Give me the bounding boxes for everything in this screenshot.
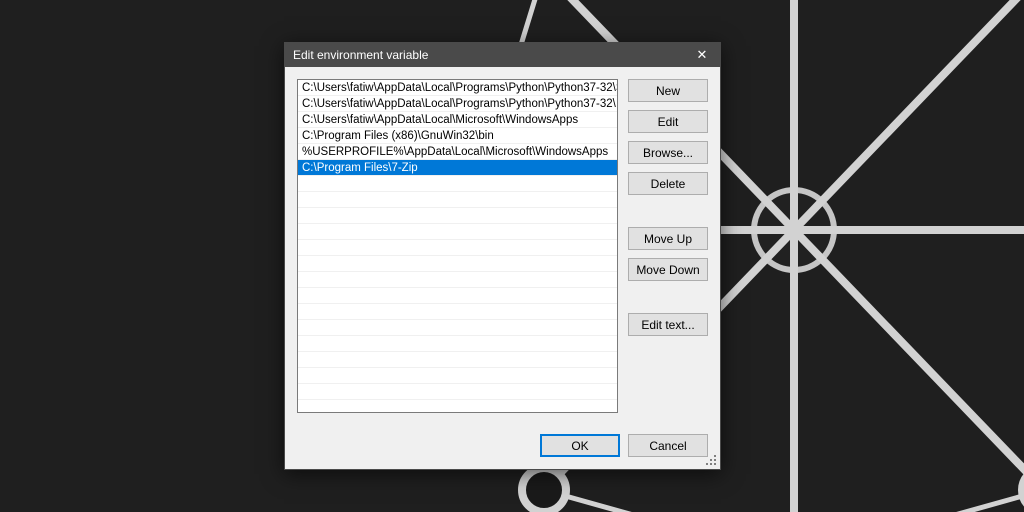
edit-button[interactable]: Edit: [628, 110, 708, 133]
list-item[interactable]: [298, 176, 617, 192]
titlebar[interactable]: Edit environment variable ✕: [285, 43, 720, 67]
dialog-footer: OK Cancel: [285, 430, 720, 469]
list-item[interactable]: [298, 272, 617, 288]
list-item[interactable]: [298, 224, 617, 240]
list-item[interactable]: [298, 368, 617, 384]
dialog-title: Edit environment variable: [293, 48, 692, 62]
list-item[interactable]: C:\Program Files (x86)\GnuWin32\bin: [298, 128, 617, 144]
cancel-button[interactable]: Cancel: [628, 434, 708, 457]
edit-text-button[interactable]: Edit text...: [628, 313, 708, 336]
move-down-button[interactable]: Move Down: [628, 258, 708, 281]
list-item[interactable]: [298, 208, 617, 224]
list-item[interactable]: [298, 304, 617, 320]
dialog-body: C:\Users\fatiw\AppData\Local\Programs\Py…: [285, 67, 720, 430]
list-item[interactable]: [298, 384, 617, 400]
close-icon[interactable]: ✕: [692, 45, 712, 65]
list-item[interactable]: C:\Users\fatiw\AppData\Local\Microsoft\W…: [298, 112, 617, 128]
move-up-button[interactable]: Move Up: [628, 227, 708, 250]
path-listbox[interactable]: C:\Users\fatiw\AppData\Local\Programs\Py…: [297, 79, 618, 413]
button-column: New Edit Browse... Delete Move Up Move D…: [628, 79, 708, 418]
list-item[interactable]: C:\Program Files\7-Zip: [298, 160, 617, 176]
list-item[interactable]: [298, 240, 617, 256]
list-item[interactable]: [298, 288, 617, 304]
ok-button[interactable]: OK: [540, 434, 620, 457]
list-item[interactable]: [298, 352, 617, 368]
resize-grip-icon[interactable]: [706, 455, 718, 467]
list-item[interactable]: C:\Users\fatiw\AppData\Local\Programs\Py…: [298, 80, 617, 96]
list-item[interactable]: [298, 256, 617, 272]
browse-button[interactable]: Browse...: [628, 141, 708, 164]
list-item[interactable]: [298, 192, 617, 208]
list-item[interactable]: C:\Users\fatiw\AppData\Local\Programs\Py…: [298, 96, 617, 112]
list-item[interactable]: %USERPROFILE%\AppData\Local\Microsoft\Wi…: [298, 144, 617, 160]
list-item[interactable]: [298, 336, 617, 352]
edit-env-var-dialog: Edit environment variable ✕ C:\Users\fat…: [284, 42, 721, 470]
new-button[interactable]: New: [628, 79, 708, 102]
list-item[interactable]: [298, 320, 617, 336]
delete-button[interactable]: Delete: [628, 172, 708, 195]
